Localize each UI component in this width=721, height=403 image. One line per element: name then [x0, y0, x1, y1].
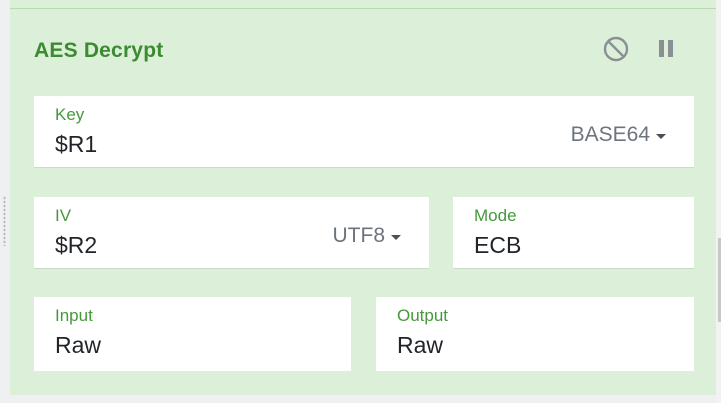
pause-icon [659, 40, 673, 57]
iv-field[interactable]: IV $R2 UTF8 [34, 197, 429, 269]
pause-button[interactable] [652, 35, 680, 63]
key-encoding-dropdown[interactable]: BASE64 [571, 123, 666, 147]
iv-label: IV [55, 206, 72, 225]
panel-left-border [0, 0, 10, 403]
output-label: Output [397, 306, 449, 325]
chevron-down-icon [656, 133, 666, 139]
resize-grip[interactable] [3, 196, 6, 246]
input-label: Input [55, 306, 93, 325]
key-field[interactable]: Key $R1 BASE64 [34, 96, 694, 168]
operation-controls [602, 35, 680, 63]
key-encoding-label: BASE64 [570, 123, 650, 146]
key-label: Key [55, 105, 85, 124]
disable-icon [603, 36, 629, 62]
operation-card-aes-decrypt[interactable]: AES Decrypt Key $R1 BASE64 IV $R2 UTF8 M… [10, 9, 716, 395]
operation-title: AES Decrypt [34, 39, 164, 62]
mode-select[interactable]: Mode ECB [453, 197, 694, 269]
key-value[interactable]: $R1 [55, 131, 97, 158]
output-format-select[interactable]: Output Raw [376, 297, 694, 371]
output-value: Raw [397, 332, 444, 358]
iv-encoding-dropdown[interactable]: UTF8 [332, 224, 401, 248]
mode-value: ECB [474, 232, 522, 258]
panel-bottom-gap [10, 395, 716, 403]
disable-button[interactable] [602, 35, 630, 63]
iv-encoding-label: UTF8 [332, 224, 386, 247]
input-format-select[interactable]: Input Raw [34, 297, 351, 371]
previous-operation-edge [10, 0, 716, 9]
chevron-down-icon [391, 234, 401, 240]
recipe-panel: AES Decrypt Key $R1 BASE64 IV $R2 UTF8 M… [0, 0, 721, 403]
input-value: Raw [55, 332, 102, 358]
iv-value[interactable]: $R2 [55, 232, 97, 259]
scrollbar[interactable] [716, 0, 721, 403]
mode-label: Mode [474, 206, 517, 225]
